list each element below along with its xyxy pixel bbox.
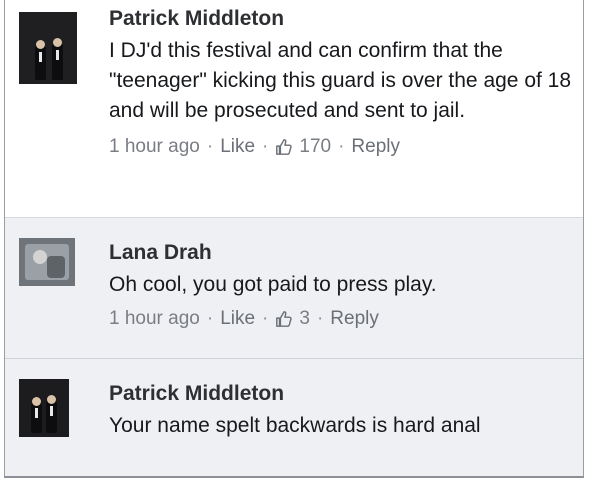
separator: · — [262, 308, 269, 329]
comment-actions: 1 hour ago · Like · 3 · Reply — [109, 308, 573, 330]
avatar[interactable] — [19, 12, 77, 84]
avatar[interactable] — [19, 238, 75, 286]
reply-button[interactable]: Reply — [330, 308, 379, 330]
thumbs-up-icon[interactable] — [275, 138, 293, 156]
like-count: 3 — [299, 308, 310, 329]
comment-author[interactable]: Patrick Middleton — [109, 381, 573, 407]
comment: Lana Drah Oh cool, you got paid to press… — [5, 217, 583, 358]
comment-time[interactable]: 1 hour ago — [109, 136, 200, 158]
like-button[interactable]: Like — [220, 136, 255, 158]
separator: · — [262, 136, 269, 157]
comment-text: I DJ'd this festival and can confirm tha… — [109, 39, 572, 122]
separator: · — [316, 308, 324, 329]
comment-text: Your name spelt backwards is hard anal — [109, 414, 481, 437]
comment: Patrick Middleton I DJ'd this festival a… — [5, 0, 583, 216]
comment: Patrick Middleton Your name spelt backwa… — [5, 358, 583, 476]
like-button[interactable]: Like — [220, 308, 255, 330]
like-count: 170 — [299, 136, 332, 157]
avatar[interactable] — [19, 379, 69, 437]
separator: · — [206, 136, 214, 157]
comment-time[interactable]: 1 hour ago — [109, 308, 200, 330]
separator: · — [206, 308, 214, 329]
comment-author[interactable]: Lana Drah — [109, 240, 573, 266]
comment-thread: Patrick Middleton I DJ'd this festival a… — [4, 0, 584, 478]
comment-author[interactable]: Patrick Middleton — [109, 6, 573, 32]
separator: · — [338, 136, 345, 157]
comment-text: Oh cool, you got paid to press play. — [109, 273, 437, 296]
reply-button[interactable]: Reply — [351, 136, 400, 158]
comment-actions: 1 hour ago · Like · 170 · Reply — [109, 136, 573, 158]
thumbs-up-icon[interactable] — [275, 310, 293, 328]
